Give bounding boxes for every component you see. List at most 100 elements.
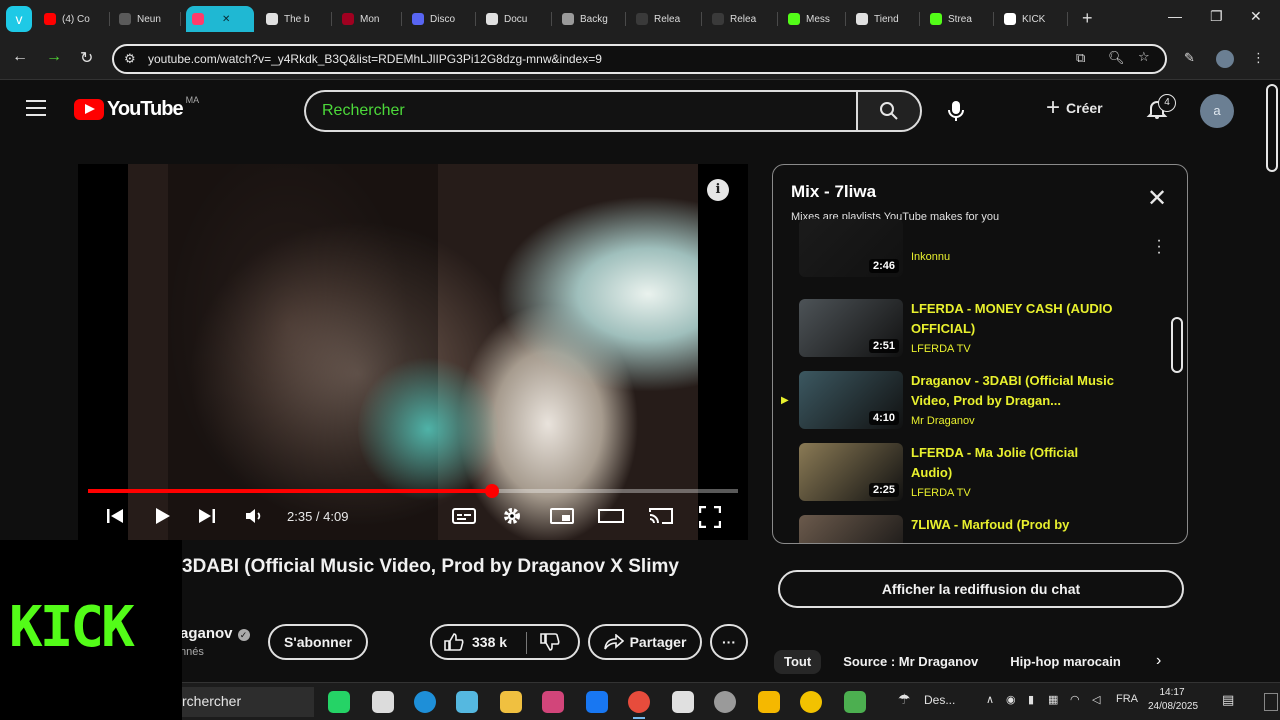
search-input[interactable]: Rechercher: [304, 90, 858, 132]
notification-center-icon[interactable]: ▤: [1222, 692, 1234, 708]
browser-tab[interactable]: Disco: [406, 6, 476, 32]
stack-app-icon[interactable]: [844, 691, 866, 713]
like-button[interactable]: 338 k: [444, 633, 507, 651]
previous-icon[interactable]: [105, 506, 125, 530]
tray-wifi-icon[interactable]: ◠: [1070, 693, 1080, 706]
github-icon[interactable]: [714, 691, 736, 713]
search-button[interactable]: [856, 90, 922, 132]
chat-replay-button[interactable]: Afficher la rediffusion du chat: [778, 570, 1184, 608]
taskbar-clock[interactable]: 14:17 24/08/2025: [1148, 686, 1198, 714]
video-thumbnail[interactable]: [799, 515, 903, 543]
notifications-button[interactable]: 4: [1146, 94, 1176, 126]
subtitles-icon[interactable]: [452, 506, 476, 530]
playlist-item-title[interactable]: Draganov - 3DABI (Official Music Video, …: [911, 371, 1121, 411]
browser-tab[interactable]: Neun: [113, 6, 181, 32]
playlist-item[interactable]: 2:51 LFERDA - MONEY CASH (AUDIO OFFICIAL)…: [773, 299, 1153, 361]
back-icon[interactable]: ←: [12, 48, 28, 66]
video-thumbnail[interactable]: 2:46: [799, 219, 903, 277]
restore-icon[interactable]: ❐: [1210, 8, 1223, 25]
playlist-item-title[interactable]: 7LIWA - Marfoud (Prod by: [911, 515, 1121, 535]
playlist-item-title[interactable]: LFERDA - MONEY CASH (AUDIO OFFICIAL): [911, 299, 1121, 339]
youtube-logo[interactable]: YouTube MA: [74, 95, 199, 121]
show-desktop-icon[interactable]: [1264, 693, 1278, 711]
info-icon[interactable]: i: [707, 179, 729, 201]
theater-mode-icon[interactable]: [598, 506, 624, 530]
zoom-icon[interactable]: 🔍︎: [1108, 50, 1125, 66]
extensions-puzzle-icon[interactable]: ✎: [1184, 50, 1195, 66]
more-options-icon[interactable]: · · ·: [1156, 233, 1162, 261]
subscribe-button[interactable]: S'abonner: [268, 624, 368, 660]
playlist-item[interactable]: 4:10 Draganov - 3DABI (Official Music Vid…: [773, 371, 1153, 433]
browser-tab[interactable]: Mon: [336, 6, 402, 32]
create-button[interactable]: + Créer: [1046, 96, 1103, 120]
address-bar[interactable]: ⚙ youtube.com/watch?v=_y4Rkdk_B3Q&list=R…: [112, 44, 1167, 74]
browser-tab[interactable]: Mess: [782, 6, 846, 32]
browser-tab[interactable]: Relea: [630, 6, 702, 32]
chrome-icon[interactable]: [628, 691, 650, 719]
filter-chip[interactable]: Tout: [774, 650, 822, 674]
browser-tab[interactable]: Strea: [924, 6, 994, 32]
edge-icon[interactable]: [414, 691, 436, 713]
language-indicator[interactable]: FRA: [1116, 693, 1138, 705]
browser-tab[interactable]: The b: [260, 6, 332, 32]
tray-chevron-icon[interactable]: ∧: [986, 693, 994, 706]
video-player[interactable]: i 2:35 / 4:09: [78, 164, 748, 540]
browser-tab[interactable]: Tiend: [850, 6, 920, 32]
menu-icon[interactable]: [26, 100, 46, 116]
app-yellow-icon[interactable]: [758, 691, 780, 713]
filter-chip[interactable]: Source : Mr Draganov: [833, 650, 988, 674]
tray-mic-icon[interactable]: ▮: [1028, 693, 1034, 706]
microphone-icon[interactable]: [948, 100, 964, 127]
volume-icon[interactable]: [244, 506, 264, 530]
playlist-item[interactable]: 2:25 LFERDA - Ma Jolie (Official Audio) LF…: [773, 443, 1153, 505]
more-actions-button[interactable]: ···: [710, 624, 748, 660]
playlist-item[interactable]: 7LIWA - Marfoud (Prod by: [773, 515, 1153, 543]
instagram-icon[interactable]: [542, 691, 564, 713]
facebook-icon[interactable]: [586, 691, 608, 713]
extension-icon[interactable]: v: [6, 6, 32, 32]
reload-icon[interactable]: ↻: [80, 48, 93, 68]
close-window-icon[interactable]: ✕: [1250, 8, 1262, 25]
seek-bar[interactable]: [88, 484, 738, 498]
chevron-right-icon[interactable]: ›: [1156, 652, 1161, 670]
bookmark-star-icon[interactable]: ☆: [1138, 49, 1150, 65]
close-tab-icon[interactable]: ✕: [222, 14, 230, 25]
browser-tab[interactable]: Docu: [480, 6, 552, 32]
playlist-scrollbar[interactable]: [1171, 317, 1183, 373]
video-frame[interactable]: [128, 164, 698, 540]
tray-network-icon[interactable]: ▦: [1048, 693, 1058, 706]
filter-chip[interactable]: Hip-hop marocain: [1000, 650, 1131, 674]
site-info-icon[interactable]: ⚙: [124, 51, 136, 67]
photos-icon[interactable]: [456, 691, 478, 713]
video-thumbnail[interactable]: 2:25: [799, 443, 903, 501]
play-icon[interactable]: [152, 506, 172, 530]
close-playlist-icon[interactable]: ✕: [1147, 187, 1167, 211]
video-thumbnail[interactable]: 4:10: [799, 371, 903, 429]
whatsapp-icon[interactable]: [328, 691, 350, 713]
file-icon[interactable]: [372, 691, 394, 713]
profile-avatar-icon[interactable]: [1216, 50, 1234, 68]
dislike-button[interactable]: [540, 633, 560, 655]
video-thumbnail[interactable]: 2:51: [799, 299, 903, 357]
share-button[interactable]: Partager: [588, 624, 702, 660]
tray-volume-icon[interactable]: ◁: [1092, 693, 1100, 706]
page-scrollbar[interactable]: [1266, 84, 1278, 172]
tray-app-icon[interactable]: ◉: [1006, 693, 1016, 706]
playlist-item-title[interactable]: LFERDA - Ma Jolie (Official Audio): [911, 443, 1121, 483]
install-app-icon[interactable]: ⧉: [1076, 50, 1085, 66]
playlist-item[interactable]: 2:46 Inkonnu: [773, 219, 1153, 281]
roblox-icon[interactable]: [672, 691, 694, 713]
file-explorer-icon[interactable]: [500, 691, 522, 713]
taskbar-search[interactable]: rchercher: [182, 687, 314, 717]
forward-icon[interactable]: →: [46, 48, 62, 66]
browser-menu-icon[interactable]: ⋮: [1252, 50, 1265, 66]
settings-gear-icon[interactable]: [502, 506, 522, 530]
weather-label[interactable]: Des...: [924, 693, 955, 707]
browser-tab[interactable]: Backg: [556, 6, 626, 32]
cast-icon[interactable]: [648, 506, 674, 530]
browser-tab[interactable]: (4) Co: [38, 6, 110, 32]
minimize-icon[interactable]: —: [1168, 8, 1182, 24]
channel-name[interactable]: aganov ✓: [180, 625, 250, 642]
fullscreen-icon[interactable]: [698, 505, 722, 532]
browser-tab[interactable]: Relea: [706, 6, 778, 32]
